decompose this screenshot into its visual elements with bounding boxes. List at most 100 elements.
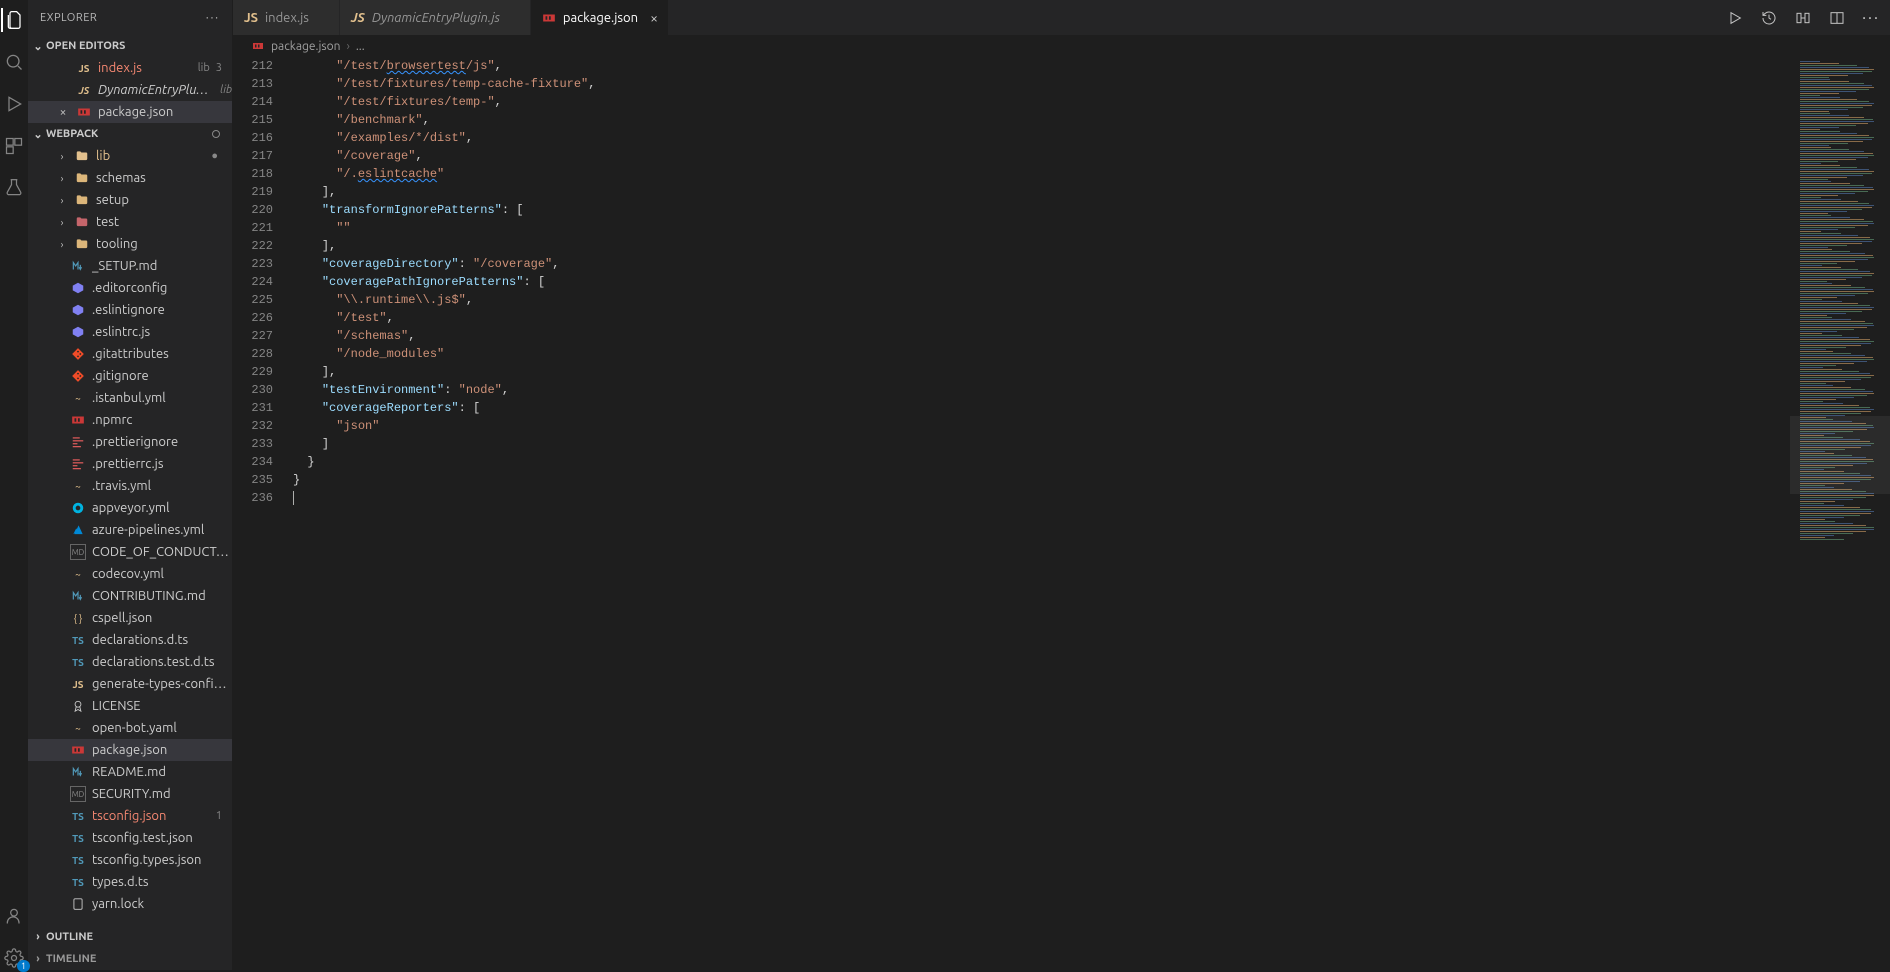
file-item[interactable]: .eslintrc.js	[28, 321, 232, 343]
file-label: generate-types-config.js	[92, 677, 232, 691]
file-label: .eslintrc.js	[92, 325, 232, 339]
tab-label: DynamicEntryPlugin.js	[372, 11, 500, 25]
file-item[interactable]: TStsconfig.test.json	[28, 827, 232, 849]
file-item[interactable]: .prettierignore	[28, 431, 232, 453]
split-editor-icon[interactable]	[1828, 9, 1846, 27]
file-item[interactable]: _SETUP.md	[28, 255, 232, 277]
more-actions-icon[interactable]: ···	[1862, 9, 1880, 27]
activity-settings-icon[interactable]: 1	[2, 946, 26, 970]
folder-label: tooling	[96, 237, 232, 251]
file-item[interactable]: .eslintignore	[28, 299, 232, 321]
file-item[interactable]: ~open-bot.yaml	[28, 717, 232, 739]
file-label: package.json	[92, 743, 232, 757]
file-item[interactable]: .npmrc	[28, 409, 232, 431]
folder-item[interactable]: ›schemas	[28, 167, 232, 189]
explorer-more-icon[interactable]: ···	[206, 12, 220, 24]
editor-tab[interactable]: JSDynamicEntryPlugin.js×	[340, 0, 531, 35]
open-editors-header[interactable]: ⌄ OPEN EDITORS	[28, 35, 232, 57]
editor-tab[interactable]: JSindex.js×	[233, 0, 340, 35]
minimap-viewport[interactable]	[1790, 416, 1890, 494]
file-item[interactable]: .gitignore	[28, 365, 232, 387]
file-item[interactable]: ~codecov.yml	[28, 563, 232, 585]
code-content[interactable]: "/test/browsertest/js", "/test/fixtures/…	[293, 57, 1790, 970]
run-icon[interactable]	[1726, 9, 1744, 27]
file-label: package.json	[98, 105, 232, 119]
explorer-title: EXPLORER	[40, 12, 97, 24]
file-item[interactable]: ~.travis.yml	[28, 475, 232, 497]
chevron-right-icon: ›	[56, 217, 68, 228]
file-label: .npmrc	[92, 413, 232, 427]
line-number-gutter: 2122132142152162172182192202212222232242…	[233, 57, 293, 970]
file-item[interactable]: package.json	[28, 739, 232, 761]
file-item[interactable]: .editorconfig	[28, 277, 232, 299]
file-label: codecov.yml	[92, 567, 232, 581]
folder-icon	[74, 148, 90, 164]
file-label: types.d.ts	[92, 875, 232, 889]
folder-item[interactable]: ›setup	[28, 189, 232, 211]
file-tree[interactable]: ›lib●›schemas›setup›test›tooling_SETUP.m…	[28, 145, 232, 926]
tab-label: package.json	[563, 11, 638, 25]
activity-explorer-icon[interactable]	[1, 8, 25, 32]
explorer-panel: EXPLORER ··· ⌄ OPEN EDITORS JSindex.jsli…	[28, 0, 233, 970]
activity-account-icon[interactable]	[2, 904, 26, 928]
file-label: .gitattributes	[92, 347, 232, 361]
chevron-right-icon: ›	[32, 953, 44, 965]
open-editor-item[interactable]: × package.json	[28, 101, 232, 123]
activity-search-icon[interactable]	[2, 50, 26, 74]
close-icon[interactable]: ×	[650, 10, 658, 26]
file-item[interactable]: TSdeclarations.d.ts	[28, 629, 232, 651]
folder-item[interactable]: ›tooling	[28, 233, 232, 255]
open-editor-item[interactable]: JSindex.jslib3	[28, 57, 232, 79]
chevron-right-icon: ›	[56, 173, 68, 184]
file-item[interactable]: TStypes.d.ts	[28, 871, 232, 893]
outline-header[interactable]: › OUTLINE	[28, 926, 232, 948]
activity-run-icon[interactable]	[2, 92, 26, 116]
file-item[interactable]: TSdeclarations.test.d.ts	[28, 651, 232, 673]
file-label: tsconfig.json	[92, 809, 210, 823]
file-label: .prettierrc.js	[92, 457, 232, 471]
file-label: tsconfig.test.json	[92, 831, 232, 845]
file-item[interactable]: yarn.lock	[28, 893, 232, 915]
timeline-header[interactable]: › TIMELINE	[28, 948, 232, 970]
activity-extensions-icon[interactable]	[2, 134, 26, 158]
file-item[interactable]: azure-pipelines.yml	[28, 519, 232, 541]
diff-icon[interactable]	[1794, 9, 1812, 27]
minimap[interactable]	[1790, 57, 1890, 970]
file-item[interactable]: appveyor.yml	[28, 497, 232, 519]
editor-tab[interactable]: package.json ×	[531, 0, 669, 35]
file-item[interactable]: .prettierrc.js	[28, 453, 232, 475]
open-editors-label: OPEN EDITORS	[46, 40, 125, 52]
open-editor-item[interactable]: JSDynamicEntryPlugin.jslib	[28, 79, 232, 101]
editor-area[interactable]: 2122132142152162172182192202212222232242…	[233, 57, 1890, 970]
tab-label: index.js	[265, 11, 309, 25]
history-icon[interactable]	[1760, 9, 1778, 27]
file-item[interactable]: ~.istanbul.yml	[28, 387, 232, 409]
file-item[interactable]: MDSECURITY.md	[28, 783, 232, 805]
file-label: .eslintignore	[92, 303, 232, 317]
file-label: SECURITY.md	[92, 787, 232, 801]
file-path: lib	[198, 62, 210, 74]
close-icon[interactable]: ×	[56, 106, 70, 119]
chevron-down-icon: ⌄	[32, 40, 44, 53]
file-item[interactable]: README.md	[28, 761, 232, 783]
file-item[interactable]: MDCODE_OF_CONDUCT.md	[28, 541, 232, 563]
file-item[interactable]: LICENSE	[28, 695, 232, 717]
chevron-right-icon: ›	[32, 931, 44, 943]
workspace-header[interactable]: ⌄ WEBPACK	[28, 123, 232, 145]
folder-item[interactable]: ›lib●	[28, 145, 232, 167]
file-item[interactable]: TStsconfig.types.json	[28, 849, 232, 871]
file-item[interactable]: TStsconfig.json1	[28, 805, 232, 827]
file-label: CODE_OF_CONDUCT.md	[92, 545, 232, 559]
file-item[interactable]: { }cspell.json	[28, 607, 232, 629]
workspace-label: WEBPACK	[46, 128, 98, 140]
folder-item[interactable]: ›test	[28, 211, 232, 233]
timeline-label: TIMELINE	[46, 953, 96, 965]
breadcrumb[interactable]: package.json › ...	[233, 35, 1890, 57]
file-item[interactable]: .gitattributes	[28, 343, 232, 365]
folder-label: lib	[96, 149, 205, 163]
file-label: .prettierignore	[92, 435, 232, 449]
activity-testing-icon[interactable]	[2, 176, 26, 200]
file-label: .gitignore	[92, 369, 232, 383]
file-item[interactable]: CONTRIBUTING.md	[28, 585, 232, 607]
file-item[interactable]: JSgenerate-types-config.js	[28, 673, 232, 695]
